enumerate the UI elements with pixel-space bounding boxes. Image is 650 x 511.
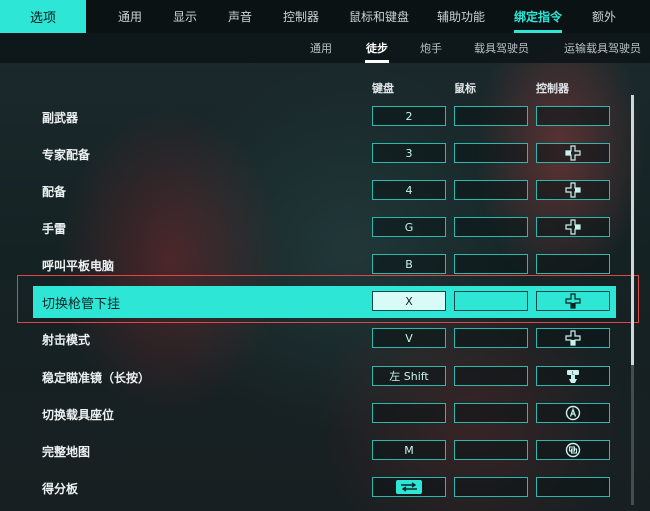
binding-row[interactable]: 副武器 2: [33, 101, 616, 133]
mouse-binding-field[interactable]: [454, 477, 528, 497]
keyboard-binding-field[interactable]: 4: [372, 180, 446, 200]
keyboard-binding-field[interactable]: 左 Shift: [372, 366, 446, 386]
binding-row[interactable]: 手雷 G: [33, 212, 616, 244]
binding-label: 得分板: [42, 481, 79, 496]
keyboard-binding-field[interactable]: G: [372, 217, 446, 237]
binding-row[interactable]: 完整地图 M: [33, 435, 616, 467]
scrollbar-thumb[interactable]: [631, 95, 634, 365]
controller-binding-field[interactable]: [536, 180, 610, 200]
binding-label: 完整地图: [42, 444, 91, 459]
button-a-icon: [565, 405, 581, 421]
controller-binding-field[interactable]: [536, 217, 610, 237]
column-header-mouse: 鼠标: [454, 82, 476, 95]
mouse-binding-field[interactable]: [454, 106, 528, 126]
selection-outline: [17, 275, 639, 323]
subtab-gunner[interactable]: 炮手: [420, 33, 442, 63]
tab-bindings[interactable]: 绑定指令: [514, 0, 563, 33]
binding-row[interactable]: 配备 4: [33, 175, 616, 207]
tab-key-icon: [396, 480, 422, 494]
keyboard-binding-field[interactable]: [372, 477, 446, 497]
dpad-left-icon: [565, 145, 581, 161]
keyboard-binding-field[interactable]: V: [372, 328, 446, 348]
keyboard-binding-field[interactable]: B: [372, 254, 446, 274]
binding-row[interactable]: 得分板: [33, 472, 616, 504]
subtab-on-foot[interactable]: 徒步: [365, 33, 389, 63]
dpad-down-icon: [565, 330, 581, 346]
controller-binding-field[interactable]: [536, 106, 610, 126]
dpad-right-icon: [565, 219, 581, 235]
controller-binding-field[interactable]: [536, 254, 610, 274]
mouse-binding-field[interactable]: [454, 254, 528, 274]
tab-controller[interactable]: 控制器: [283, 0, 319, 33]
controller-binding-field[interactable]: [536, 477, 610, 497]
column-header-keyboard: 键盘: [372, 82, 394, 95]
binding-label: 稳定瞄准镜（长按）: [42, 370, 151, 385]
binding-label: 手雷: [42, 221, 67, 236]
view-button-icon: [565, 442, 581, 458]
dpad-right-icon: [565, 182, 581, 198]
binding-label: 配备: [42, 184, 67, 199]
keyboard-binding-field[interactable]: M: [372, 440, 446, 460]
subtab-general[interactable]: 通用: [310, 33, 332, 63]
subtab-transport-driver[interactable]: 运输载具驾驶员: [564, 33, 641, 63]
mouse-binding-field[interactable]: [454, 328, 528, 348]
tab-display[interactable]: 显示: [173, 0, 197, 33]
binding-row[interactable]: 射击模式 V: [33, 323, 616, 355]
column-header-controller: 控制器: [536, 82, 569, 95]
tab-extra[interactable]: 额外: [592, 0, 616, 33]
binding-label: 副武器: [42, 110, 79, 125]
binding-row[interactable]: 稳定瞄准镜（长按） 左 Shift L: [33, 361, 616, 393]
mouse-binding-field[interactable]: [454, 366, 528, 386]
controller-binding-field[interactable]: [536, 143, 610, 163]
mouse-binding-field[interactable]: [454, 440, 528, 460]
tab-general[interactable]: 通用: [118, 0, 142, 33]
mouse-binding-field[interactable]: [454, 217, 528, 237]
mouse-binding-field[interactable]: [454, 403, 528, 423]
keyboard-binding-field[interactable]: 2: [372, 106, 446, 126]
controller-binding-field[interactable]: [536, 328, 610, 348]
tab-accessibility[interactable]: 辅助功能: [437, 0, 485, 33]
tab-sound[interactable]: 声音: [228, 0, 252, 33]
binding-row[interactable]: 专家配备 3: [33, 138, 616, 170]
options-title: 选项: [0, 0, 86, 33]
binding-label: 射击模式: [42, 332, 91, 347]
tab-mouse-keyboard[interactable]: 鼠标和键盘: [349, 0, 409, 33]
subtab-vehicle-driver[interactable]: 载具驾驶员: [474, 33, 529, 63]
controller-binding-field[interactable]: [536, 440, 610, 460]
binding-row[interactable]: 切换载具座位: [33, 398, 616, 430]
controller-binding-field[interactable]: L: [536, 366, 610, 386]
keyboard-binding-field[interactable]: [372, 403, 446, 423]
keyboard-binding-field[interactable]: 3: [372, 143, 446, 163]
binding-label: 切换载具座位: [42, 407, 115, 422]
mouse-binding-field[interactable]: [454, 143, 528, 163]
controller-binding-field[interactable]: [536, 403, 610, 423]
binding-label: 专家配备: [42, 147, 91, 162]
mouse-binding-field[interactable]: [454, 180, 528, 200]
left-stick-icon: L: [567, 370, 579, 383]
